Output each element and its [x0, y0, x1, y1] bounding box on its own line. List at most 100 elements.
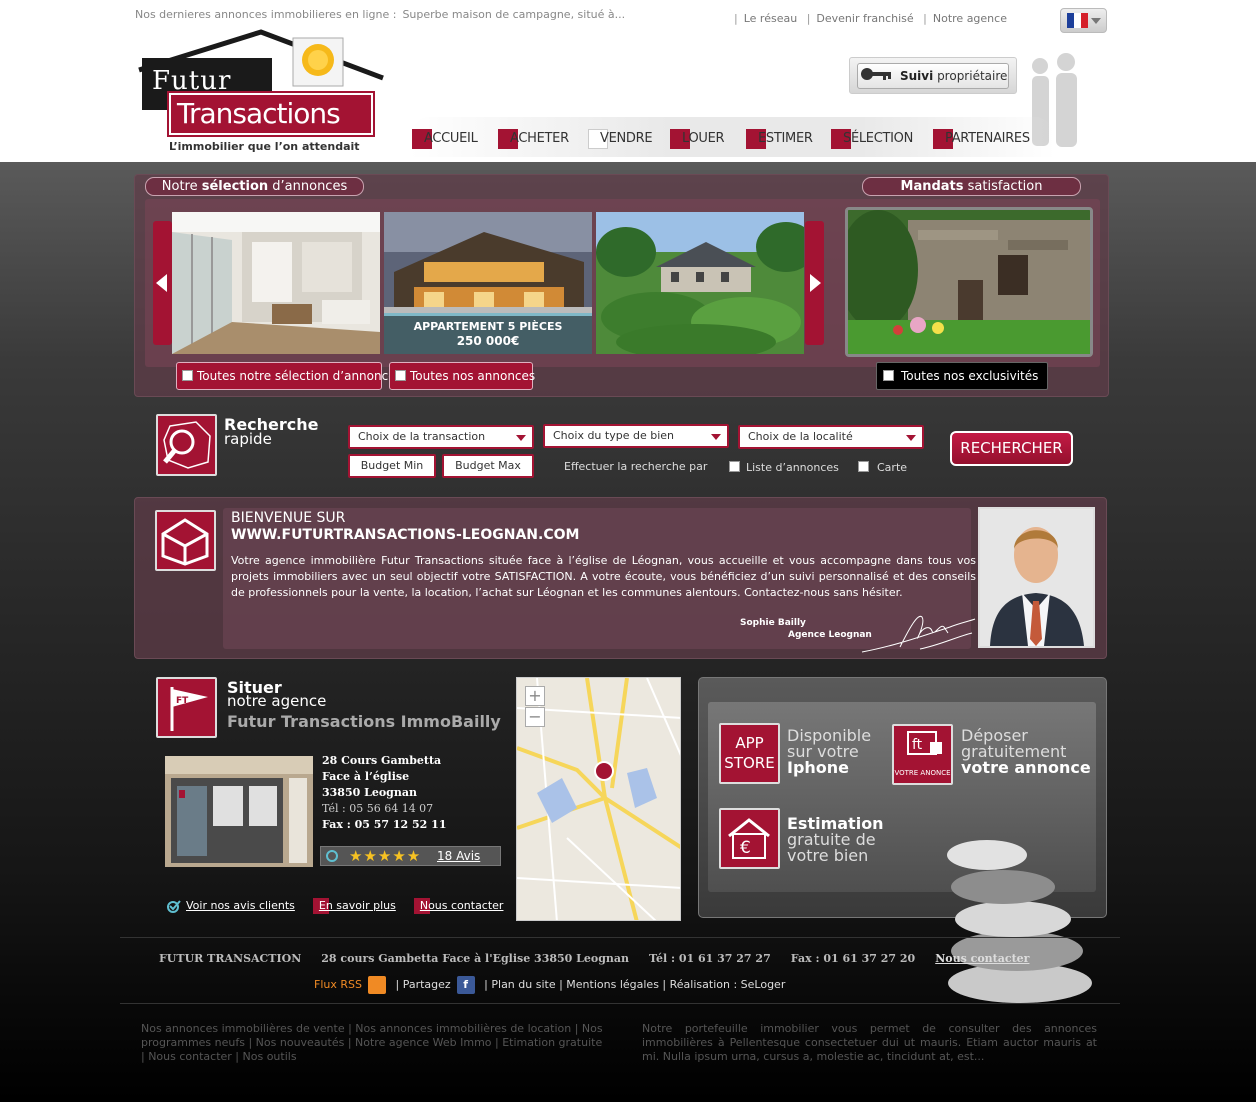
footer-divider: [120, 1003, 1120, 1004]
footer-contact-link[interactable]: Nous contacter: [935, 952, 1029, 965]
carousel-prev-button[interactable]: [153, 221, 172, 345]
ticker-item-link[interactable]: Superbe maison de campagne, situé à...: [402, 8, 625, 21]
credits-link[interactable]: Réalisation : SeLoger: [670, 978, 786, 991]
location-select[interactable]: Choix de la localité: [738, 425, 924, 449]
select-value: Choix du type de bien: [553, 429, 674, 442]
welcome-paragraph: Votre agence immobilière Futur Transacti…: [231, 554, 976, 599]
checkbox-icon: [182, 370, 193, 381]
share-label: Partagez: [402, 978, 451, 991]
proprietaire-label: propriétaire: [937, 69, 1008, 83]
listing-caption: APPARTEMENT 5 PIÈCES 250 000€: [384, 316, 592, 354]
welcome-website: WWW.FUTURTRANSACTIONS-LEOGNAN.COM: [231, 527, 580, 543]
footer-phone: Tél : 01 61 37 27 27: [649, 952, 771, 965]
nav-accueil[interactable]: ACCUEIL: [412, 129, 478, 149]
search-button[interactable]: RECHERCHER: [950, 431, 1073, 466]
handwritten-signature: [861, 615, 976, 653]
deposer-annonce-button[interactable]: ft VOTRE ANONCE: [892, 724, 953, 785]
address-line: 28 Cours Gambetta: [322, 754, 442, 767]
button-label: Toutes nos exclusivités: [901, 369, 1039, 383]
sitemap-link[interactable]: Plan du site: [491, 978, 555, 991]
list-checkbox[interactable]: [729, 461, 740, 472]
nav-label: ACCUEIL: [424, 131, 478, 146]
ticker-label: Nos dernieres annonces immobilieres en l…: [135, 8, 397, 21]
map-zoom-in-button[interactable]: +: [525, 686, 545, 706]
selection-title: Notre sélection d’annonces: [145, 177, 364, 196]
nav-acheter[interactable]: ACHETER: [498, 129, 569, 149]
listing-thumbnail-1[interactable]: [172, 212, 380, 354]
iphone-text: Disponible sur votre Iphone: [787, 728, 871, 776]
agency-flag-icon-box: FT: [156, 677, 217, 738]
logo-tagline: L’immobilier que l’on attendait: [169, 140, 360, 153]
footer-seo-links[interactable]: Nos annonces immobilières de vente | Nos…: [141, 1022, 606, 1064]
reviews-link[interactable]: Voir nos avis clients: [186, 899, 295, 912]
more-info-link[interactable]: En savoir plus: [319, 899, 396, 912]
top-links: | Le réseau | Devenir franchisé | Notre age…: [734, 12, 1007, 25]
chevron-down-icon: [711, 434, 721, 440]
check-icon: [167, 900, 181, 913]
address-line: Face à l’église: [322, 770, 410, 783]
stone-house-photo: [848, 210, 1090, 354]
nav-selection[interactable]: SÉLECTION: [831, 129, 913, 149]
nav-louer[interactable]: LOUER: [670, 129, 725, 149]
nav-partenaires[interactable]: PARTENAIRES: [933, 129, 1030, 149]
carousel-next-button[interactable]: [805, 221, 824, 345]
budget-max-field[interactable]: Budget Max: [442, 454, 534, 478]
legal-link[interactable]: Mentions légales: [566, 978, 659, 991]
agency-fax: Fax : 05 57 12 52 11: [322, 818, 447, 831]
button-label: Toutes nos annonces: [410, 369, 536, 383]
top-link-agence[interactable]: Notre agence: [933, 12, 1007, 25]
ft-flag-icon: FT: [170, 687, 208, 731]
language-selector[interactable]: [1060, 8, 1107, 33]
refresh-icon: [326, 850, 338, 862]
mandat-featured-photo[interactable]: [845, 207, 1093, 357]
app-store-label: APP: [735, 734, 764, 752]
reviews-count-link[interactable]: 18 Avis: [437, 849, 480, 863]
map-zoom-out-button[interactable]: −: [525, 707, 545, 727]
listing-caption-price: 250 000€: [456, 334, 520, 348]
select-value: Choix de la localité: [748, 430, 853, 443]
contact-link[interactable]: Nous contacter: [420, 899, 504, 912]
listing-thumbnail-3[interactable]: [596, 212, 804, 354]
transaction-select[interactable]: Choix de la transaction: [348, 425, 534, 449]
title-part: Mandats: [900, 179, 964, 194]
all-selection-button[interactable]: Toutes notre sélection d’annonce: [176, 362, 396, 390]
map-checkbox[interactable]: [858, 461, 869, 472]
french-flag-icon: [1067, 13, 1088, 28]
storefront-image: [165, 756, 313, 867]
nav-estimer[interactable]: ESTIMER: [746, 129, 813, 149]
footer-seo-text: Notre portefeuille immobilier vous perme…: [642, 1022, 1097, 1063]
futur-transactions-logo[interactable]: Futur Transactions L’immobilier que l’on…: [133, 28, 388, 158]
top-link-reseau[interactable]: Le réseau: [744, 12, 797, 25]
agency-storefront-photo[interactable]: [165, 756, 313, 867]
estimation-button[interactable]: €: [719, 808, 780, 869]
budget-min-field[interactable]: Budget Min: [348, 454, 436, 478]
chevron-down-icon: [906, 435, 916, 441]
listing-thumbnail-2[interactable]: APPARTEMENT 5 PIÈCES 250 000€: [384, 212, 592, 354]
app-store-label: STORE: [724, 754, 775, 772]
app-store-button[interactable]: APP STORE: [719, 723, 780, 784]
agency-map[interactable]: + −: [516, 677, 681, 921]
ft-label: VOTRE ANONCE: [894, 769, 951, 777]
agent-photo: [980, 509, 1093, 646]
facebook-icon[interactable]: f: [456, 976, 475, 994]
footer-address: 28 cours Gambetta Face à l'Eglise 33850 …: [321, 952, 630, 965]
title-part: Notre: [161, 179, 198, 194]
footer-links-row: Flux RSS | Partagez f | Plan du site | Me…: [314, 976, 785, 994]
agency-phone[interactable]: Tél : 05 56 64 14 07: [322, 801, 446, 817]
deposer-text: Déposer gratuitement votre annonce: [961, 728, 1091, 776]
all-annonces-button[interactable]: Toutes nos annonces: [389, 362, 536, 390]
rating-bar[interactable]: ★★★★★ 18 Avis: [320, 846, 501, 866]
footer-company: FUTUR TRANSACTION: [159, 952, 302, 965]
rss-link[interactable]: Flux RSS: [314, 978, 362, 991]
house-icon: [161, 518, 209, 566]
all-exclusivites-button[interactable]: Toutes nos exclusivités: [876, 362, 1048, 390]
footer-divider: [120, 937, 1120, 938]
nav-label: ACHETER: [510, 131, 569, 146]
property-type-select[interactable]: Choix du type de bien: [543, 424, 729, 448]
top-link-franchise[interactable]: Devenir franchisé: [816, 12, 913, 25]
agency-links: Voir nos avis clients En savoir plus Nous …: [166, 898, 521, 914]
welcome-heading: BIENVENUE SUR: [231, 510, 346, 526]
nav-vendre[interactable]: VENDRE: [588, 129, 653, 149]
rss-icon[interactable]: [367, 976, 386, 994]
garden-house-photo: [596, 212, 804, 354]
